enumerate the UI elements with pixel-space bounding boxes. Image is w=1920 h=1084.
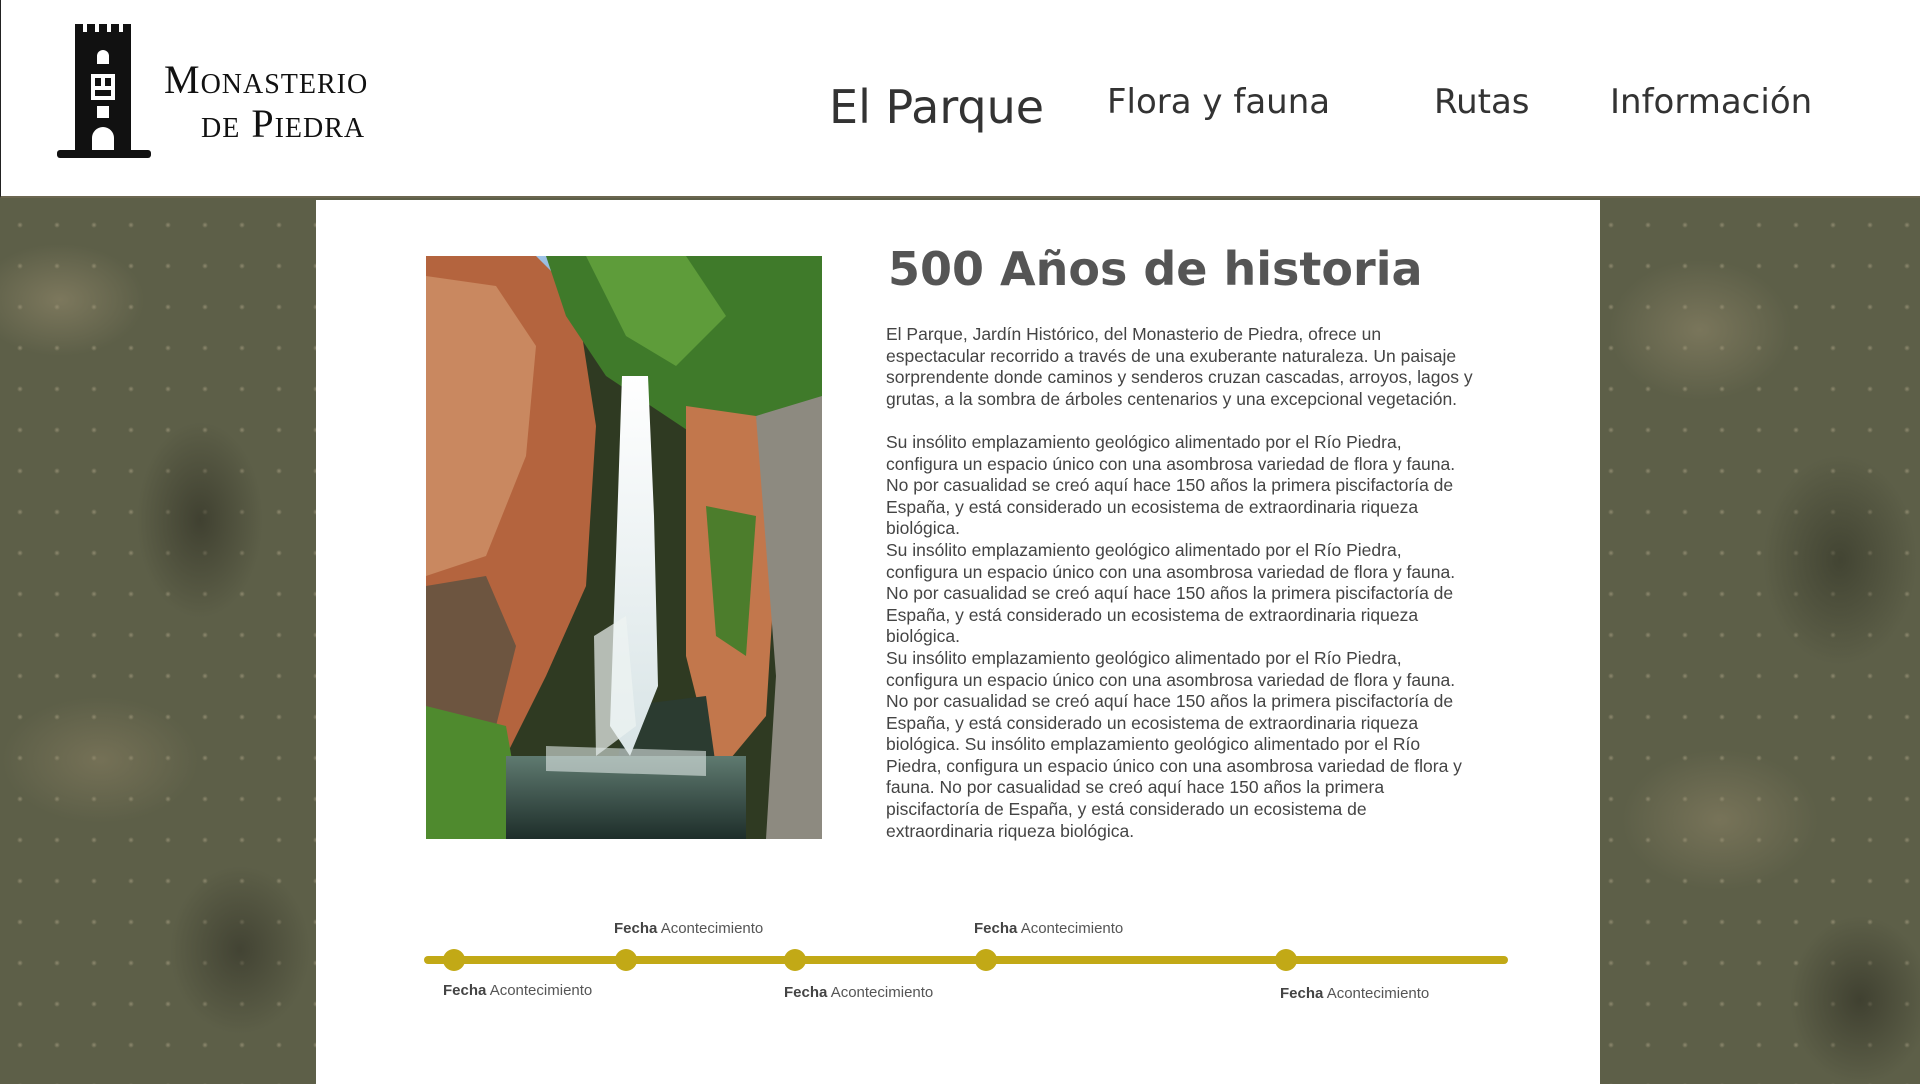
site-logo[interactable]: Monasterio de Piedra: [49, 18, 429, 170]
timeline-dot[interactable]: [1275, 949, 1297, 971]
timeline-date: Fecha: [614, 920, 658, 937]
content-panel: 500 Años de historia El Parque, Jardín H…: [316, 200, 1600, 1084]
timeline-event: Acontecimiento: [1020, 920, 1124, 937]
timeline-dot[interactable]: [784, 949, 806, 971]
paragraph: El Parque, Jardín Histórico, del Monaste…: [886, 324, 1473, 409]
timeline-dot[interactable]: [975, 949, 997, 971]
logo-text-monasterio: Monasterio: [164, 57, 369, 102]
timeline-event-label: Fecha Acontecimiento: [1280, 985, 1429, 1002]
timeline-date: Fecha: [443, 982, 487, 999]
timeline-event: Acontecimiento: [660, 920, 764, 937]
paragraph: Su insólito emplazamiento geológico alim…: [886, 647, 1462, 841]
timeline-event: Acontecimiento: [1326, 985, 1430, 1002]
timeline-date: Fecha: [784, 984, 828, 1001]
timeline-date: Fecha: [1280, 985, 1324, 1002]
timeline-event: Acontecimiento: [489, 982, 593, 999]
nav-informacion[interactable]: Información: [1610, 82, 1812, 122]
nav-rutas[interactable]: Rutas: [1434, 82, 1530, 122]
site-header: Monasterio de Piedra El Parque Flora y f…: [0, 0, 1920, 198]
article-body: El Parque, Jardín Histórico, del Monaste…: [886, 324, 1476, 842]
nav-el-parque[interactable]: El Parque: [829, 80, 1044, 134]
paragraph: Su insólito emplazamiento geológico alim…: [886, 431, 1456, 539]
timeline-event-label: Fecha Acontecimiento: [443, 982, 592, 999]
timeline-line: [424, 956, 1508, 964]
waterfall-photo: [426, 256, 822, 839]
tower-logo-icon: [57, 24, 151, 158]
logo-text-de-piedra: de Piedra: [201, 101, 366, 146]
timeline-event: Acontecimiento: [830, 984, 934, 1001]
timeline-dot[interactable]: [615, 949, 637, 971]
timeline-event-label: Fecha Acontecimiento: [974, 920, 1123, 937]
timeline-event-label: Fecha Acontecimiento: [614, 920, 763, 937]
nav-flora-y-fauna[interactable]: Flora y fauna: [1107, 82, 1330, 122]
timeline-dot[interactable]: [443, 949, 465, 971]
timeline-date: Fecha: [974, 920, 1018, 937]
timeline-event-label: Fecha Acontecimiento: [784, 984, 933, 1001]
section-title: 500 Años de historia: [888, 242, 1423, 296]
paragraph: Su insólito emplazamiento geológico alim…: [886, 539, 1456, 647]
